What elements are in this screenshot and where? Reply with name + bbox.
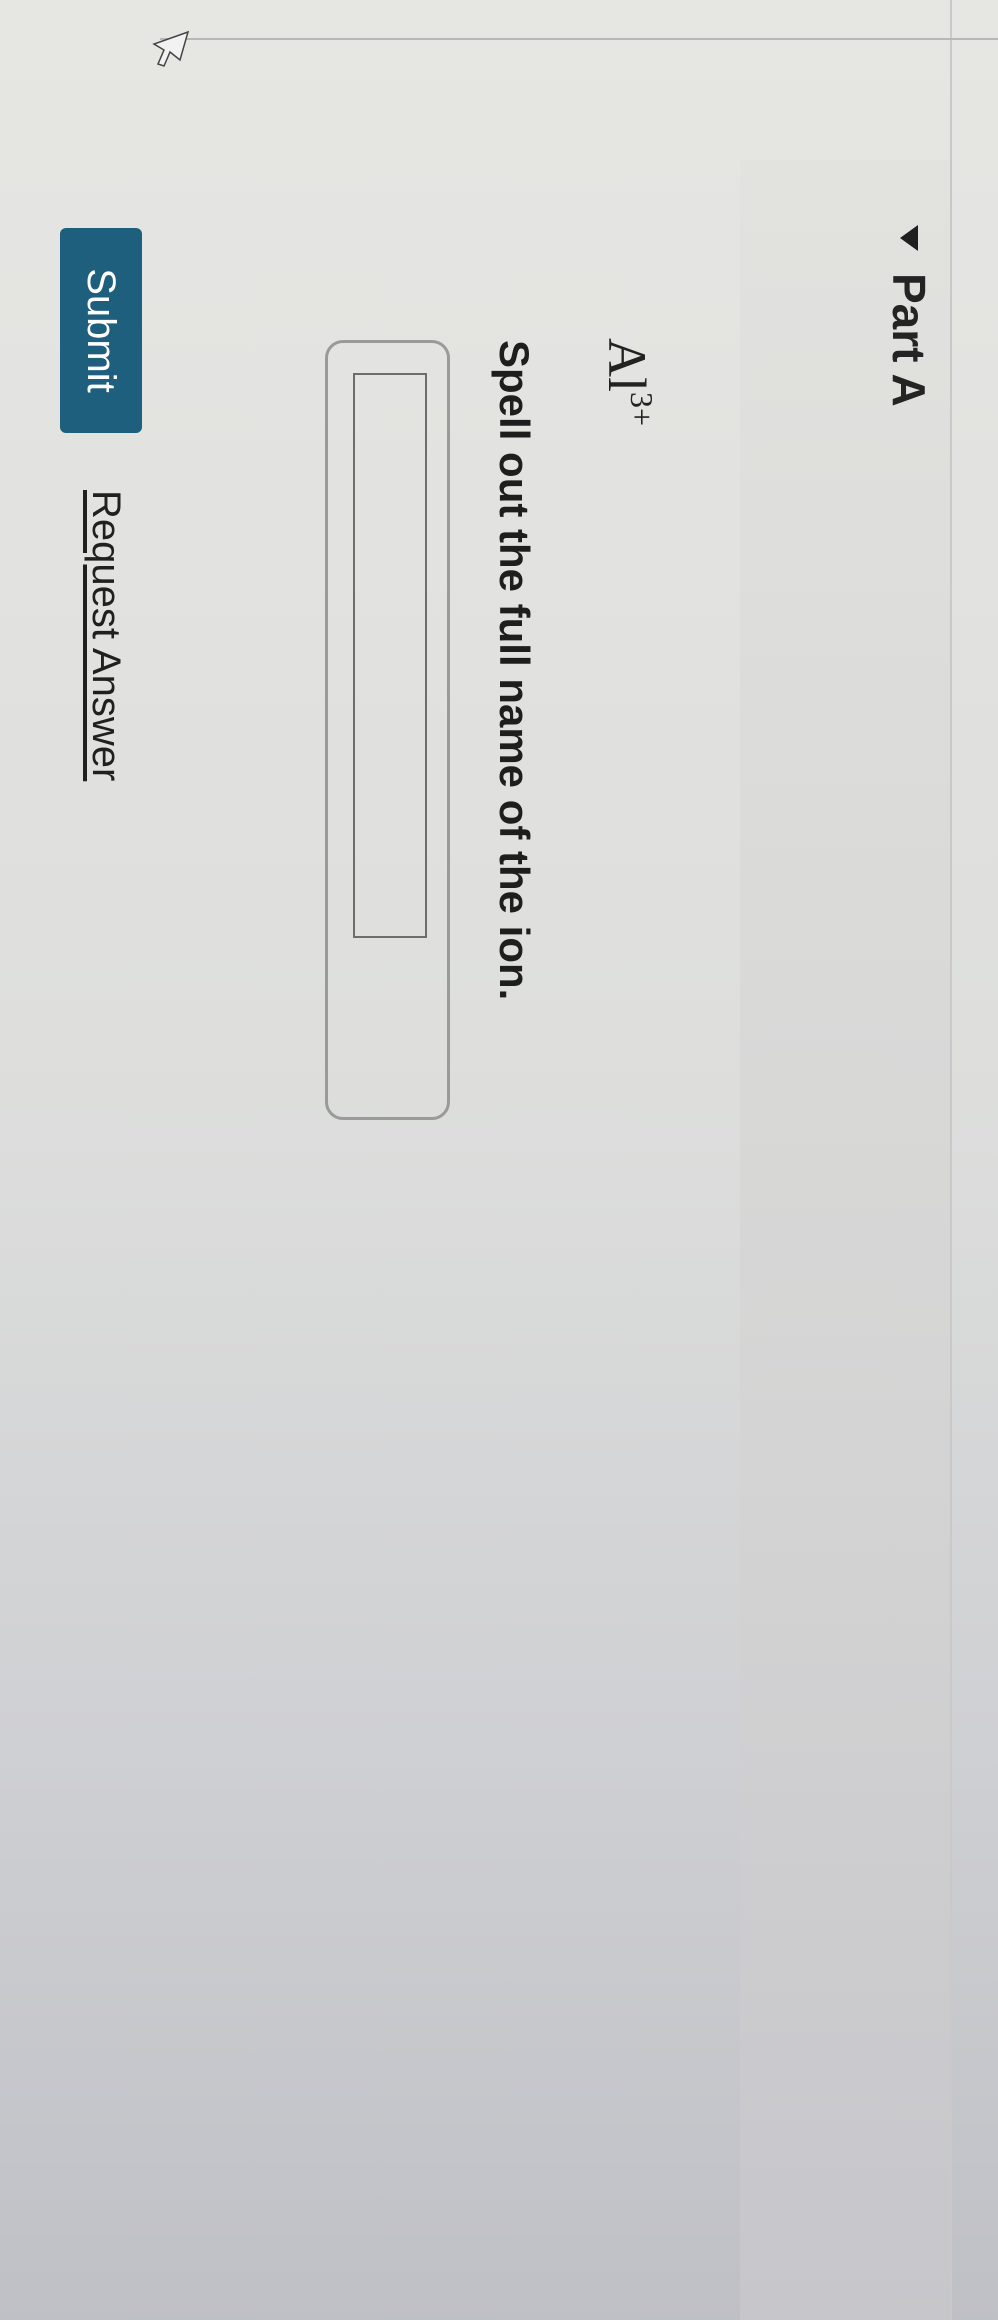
part-title: Part A bbox=[883, 273, 935, 407]
answer-input[interactable] bbox=[353, 373, 427, 938]
answer-container bbox=[325, 340, 450, 1120]
submit-button[interactable]: Submit bbox=[60, 228, 142, 433]
question-prompt: Spell out the full name of the ion. bbox=[491, 340, 538, 1001]
triangle-down-icon[interactable] bbox=[900, 225, 918, 251]
ion-formula: Al3+ bbox=[597, 338, 660, 427]
ion-symbol: Al bbox=[597, 338, 657, 392]
question-card: Part A Al3+ Spell out the full name of t… bbox=[0, 0, 998, 2320]
request-answer-link[interactable]: Request Answer bbox=[83, 490, 128, 781]
ion-charge: 3+ bbox=[624, 392, 660, 427]
part-header[interactable]: Part A bbox=[882, 225, 936, 407]
